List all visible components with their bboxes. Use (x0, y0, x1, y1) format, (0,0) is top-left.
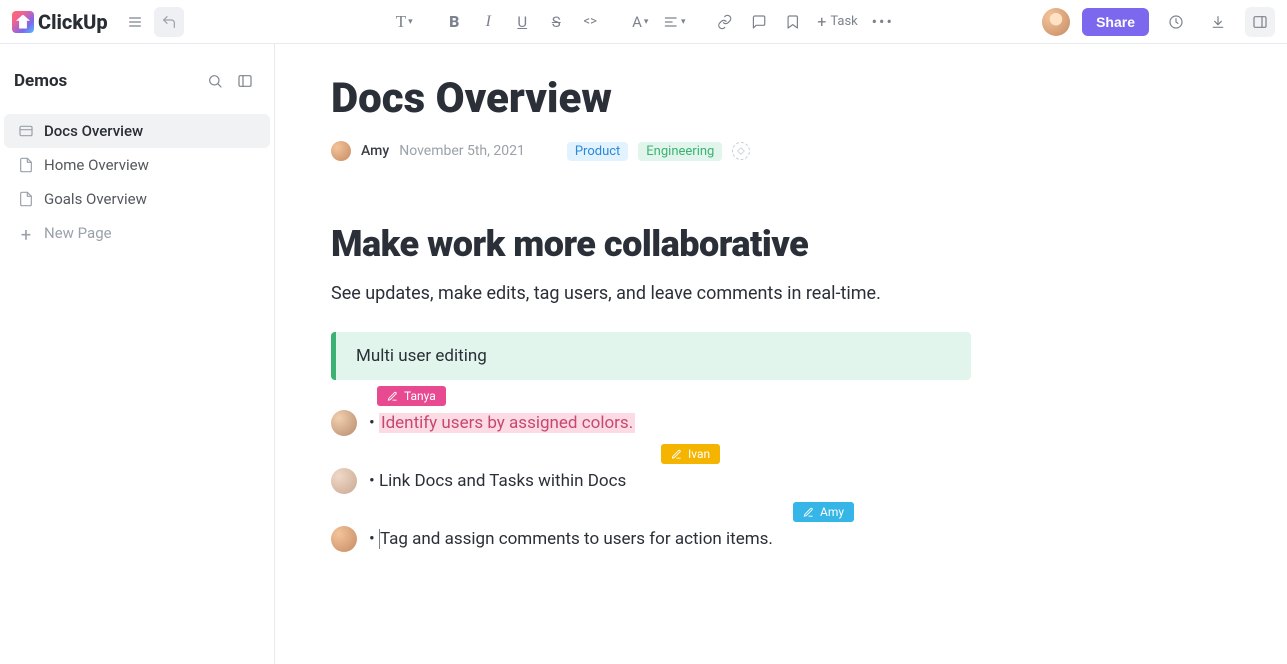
tag-engineering[interactable]: Engineering (638, 142, 722, 161)
bullet-text[interactable]: • Identify users by assigned colors. (369, 413, 635, 433)
link-button[interactable] (709, 7, 739, 37)
brand-logo[interactable]: ClickUp (12, 10, 108, 34)
sidebar-item-docs-overview[interactable]: Docs Overview (4, 114, 270, 148)
collab-row-tanya: Tanya • Identify users by assigned color… (331, 410, 1231, 436)
sidebar-new-page[interactable]: + New Page (4, 216, 270, 250)
comment-button[interactable] (743, 7, 773, 37)
strikethrough-button[interactable]: S (541, 7, 571, 37)
user-avatar[interactable] (1042, 8, 1070, 36)
sidebar-title: Demos (14, 71, 67, 91)
sidebar-item-goals-overview[interactable]: Goals Overview (4, 182, 270, 216)
collaborator-avatar[interactable] (331, 468, 357, 494)
doc-heading[interactable]: Make work more collaborative (331, 223, 1231, 265)
user-label-name: Amy (820, 505, 844, 519)
bullet-text[interactable]: • Tag and assign comments to users for a… (369, 529, 773, 550)
bookmark-button[interactable] (777, 7, 807, 37)
panel-toggle-icon[interactable] (1245, 7, 1275, 37)
code-button[interactable]: <> (575, 7, 605, 37)
download-icon[interactable] (1203, 7, 1233, 37)
add-tag-button[interactable] (732, 142, 750, 160)
logo-mark-icon (12, 11, 34, 33)
doc-content: Docs Overview Amy November 5th, 2021 Pro… (275, 44, 1287, 664)
new-page-label: New Page (44, 224, 112, 242)
text-color-button[interactable]: A▾ (625, 7, 655, 37)
topbar-right: Share (1042, 7, 1275, 37)
sidebar-item-label: Goals Overview (44, 190, 147, 208)
add-task-label: Task (830, 14, 857, 29)
brand-name: ClickUp (38, 10, 108, 34)
text-format-toolbar: T▾ B I U S <> A▾ ▾ +Task ••• (389, 7, 898, 37)
italic-button[interactable]: I (473, 7, 503, 37)
bold-button[interactable]: B (439, 7, 469, 37)
user-cursor-label-tanya: Tanya (377, 386, 446, 406)
user-cursor-label-ivan: Ivan (661, 444, 720, 464)
author-avatar[interactable] (331, 141, 351, 161)
doc-title[interactable]: Docs Overview (331, 74, 1231, 123)
more-button[interactable]: ••• (868, 7, 898, 37)
sidebar-item-home-overview[interactable]: Home Overview (4, 148, 270, 182)
align-button[interactable]: ▾ (659, 7, 689, 37)
collab-row-ivan: Ivan • Link Docs and Tasks within Docs (331, 468, 1231, 494)
topbar: ClickUp T▾ B I U S <> A▾ ▾ +Task ••• (0, 0, 1287, 44)
doc-meta: Amy November 5th, 2021 Product Engineeri… (331, 141, 1231, 161)
bullet-plain-text: Link Docs and Tasks within Docs (379, 471, 626, 491)
sidebar-panel-icon[interactable] (230, 66, 260, 96)
search-icon[interactable] (200, 66, 230, 96)
collab-row-amy: Amy • Tag and assign comments to users f… (331, 526, 1231, 552)
bullet-highlighted-text: Identify users by assigned colors. (379, 413, 635, 433)
text-style-button[interactable]: T▾ (389, 7, 419, 37)
plus-icon: + (18, 225, 34, 241)
doc-icon (18, 191, 34, 207)
sidebar-item-label: Docs Overview (44, 122, 143, 140)
collaborator-avatar[interactable] (331, 526, 357, 552)
bullet-plain-text: Tag and assign comments to users for act… (380, 529, 773, 549)
overview-icon (18, 123, 34, 139)
user-cursor-label-amy: Amy (793, 502, 854, 522)
author-name: Amy (361, 143, 389, 159)
doc-paragraph[interactable]: See updates, make edits, tag users, and … (331, 283, 1231, 304)
sidebar: Demos Docs Overview Home Overview Goals … (0, 44, 275, 664)
sidebar-item-label: Home Overview (44, 156, 149, 174)
underline-button[interactable]: U (507, 7, 537, 37)
user-label-name: Tanya (404, 389, 436, 403)
doc-icon (18, 157, 34, 173)
share-button[interactable]: Share (1082, 8, 1149, 36)
doc-date: November 5th, 2021 (399, 143, 525, 159)
add-task-button[interactable]: +Task (811, 8, 864, 35)
history-icon[interactable] (1161, 7, 1191, 37)
bullet-text[interactable]: • Link Docs and Tasks within Docs (369, 471, 626, 491)
tag-product[interactable]: Product (567, 142, 628, 161)
callout-block[interactable]: Multi user editing (331, 332, 971, 380)
sidebar-header: Demos (0, 58, 274, 114)
user-label-name: Ivan (688, 447, 710, 461)
menu-icon[interactable] (120, 7, 150, 37)
collaborator-avatar[interactable] (331, 410, 357, 436)
undo-button[interactable] (154, 7, 184, 37)
